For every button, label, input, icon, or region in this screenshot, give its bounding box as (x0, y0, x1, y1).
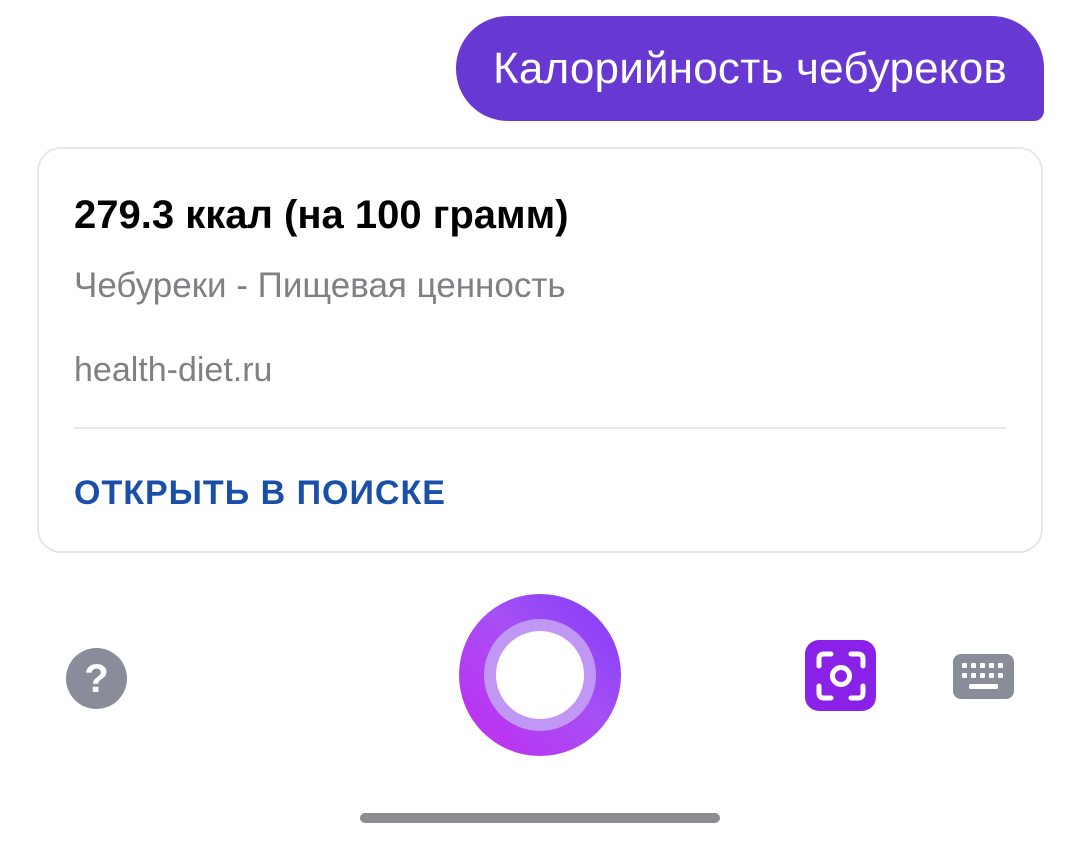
user-query-bubble: Калорийность чебуреков (455, 16, 1044, 121)
home-indicator[interactable] (360, 813, 720, 823)
question-mark-icon: ? (84, 656, 109, 701)
camera-scan-icon (816, 651, 865, 700)
camera-scan-button[interactable] (805, 640, 876, 711)
user-query-text: Калорийность чебуреков (492, 43, 1007, 93)
assistant-screen: Калорийность чебуреков 279.3 ккал (на 10… (0, 0, 1080, 843)
answer-subtitle: Чебуреки - Пищевая ценность (74, 266, 566, 305)
alice-voice-icon (484, 619, 596, 731)
answer-title: 279.3 ккал (на 100 грамм) (74, 193, 569, 237)
help-button[interactable]: ? (66, 648, 127, 709)
answer-card: 279.3 ккал (на 100 грамм) Чебуреки - Пищ… (37, 147, 1043, 553)
voice-assistant-button[interactable] (459, 594, 621, 756)
keyboard-button[interactable] (953, 654, 1014, 699)
alice-core (496, 631, 584, 719)
open-in-search-button[interactable]: ОТКРЫТЬ В ПОИСКЕ (74, 474, 446, 513)
answer-source: health-diet.ru (74, 351, 273, 389)
card-divider (74, 427, 1006, 429)
keyboard-icon (962, 663, 1003, 689)
